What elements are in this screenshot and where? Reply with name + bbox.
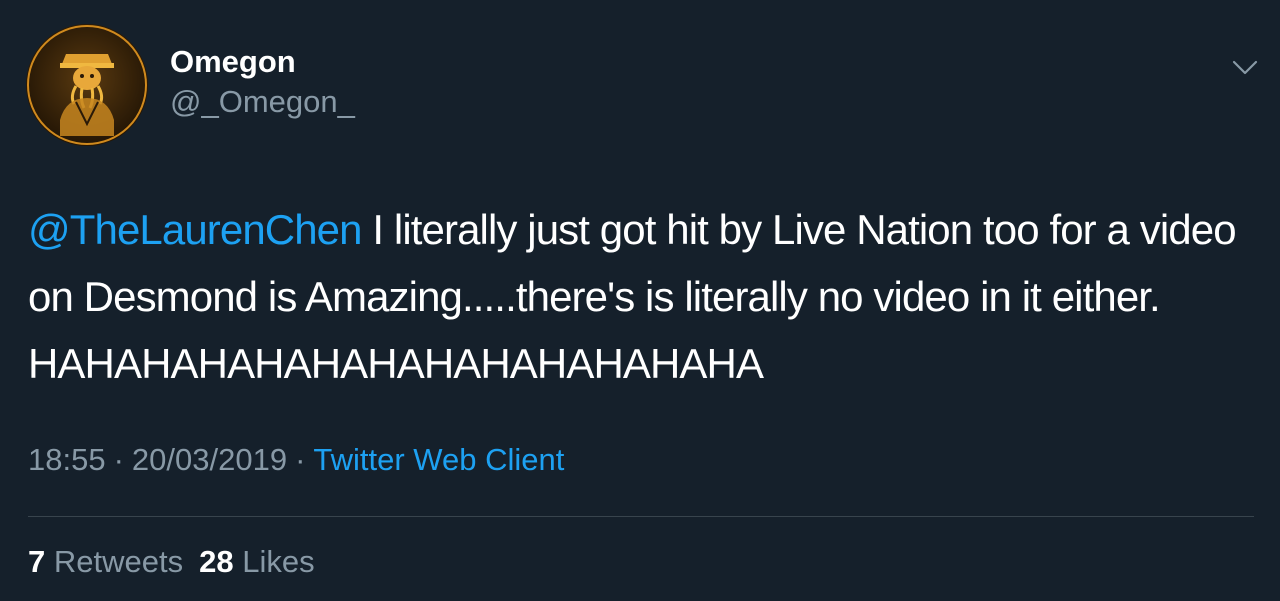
tweet-time[interactable]: 18:55 (28, 442, 106, 477)
user-info[interactable]: Omegon @_Omegon_ (170, 42, 355, 122)
likes-stat[interactable]: 28 Likes (199, 544, 314, 579)
mention-link[interactable]: @TheLaurenChen (28, 206, 362, 253)
display-name[interactable]: Omegon (170, 42, 355, 82)
chevron-down-icon[interactable] (1230, 54, 1260, 80)
tweet-text: @TheLaurenChen I literally just got hit … (28, 196, 1258, 397)
meta-separator: · (295, 442, 306, 477)
tweet-source-link[interactable]: Twitter Web Client (313, 442, 564, 477)
likes-label: Likes (242, 544, 315, 579)
user-handle[interactable]: @_Omegon_ (170, 82, 355, 122)
tweet-stats: 7 Retweets 28 Likes (28, 542, 315, 582)
retweets-count: 7 (28, 544, 46, 579)
retweets-label: Retweets (53, 544, 184, 579)
tweet-date[interactable]: 20/03/2019 (132, 442, 287, 477)
tweet-detail: Omegon @_Omegon_ @TheLaurenChen I litera… (0, 0, 1280, 601)
retweets-stat[interactable]: 7 Retweets (28, 544, 183, 579)
avatar[interactable] (26, 24, 148, 146)
likes-count: 28 (199, 544, 234, 579)
divider (28, 516, 1254, 517)
meta-separator: · (113, 442, 124, 477)
avatar-image (26, 24, 148, 146)
tweet-meta: 18:55 · 20/03/2019 · Twitter Web Client (28, 440, 564, 480)
